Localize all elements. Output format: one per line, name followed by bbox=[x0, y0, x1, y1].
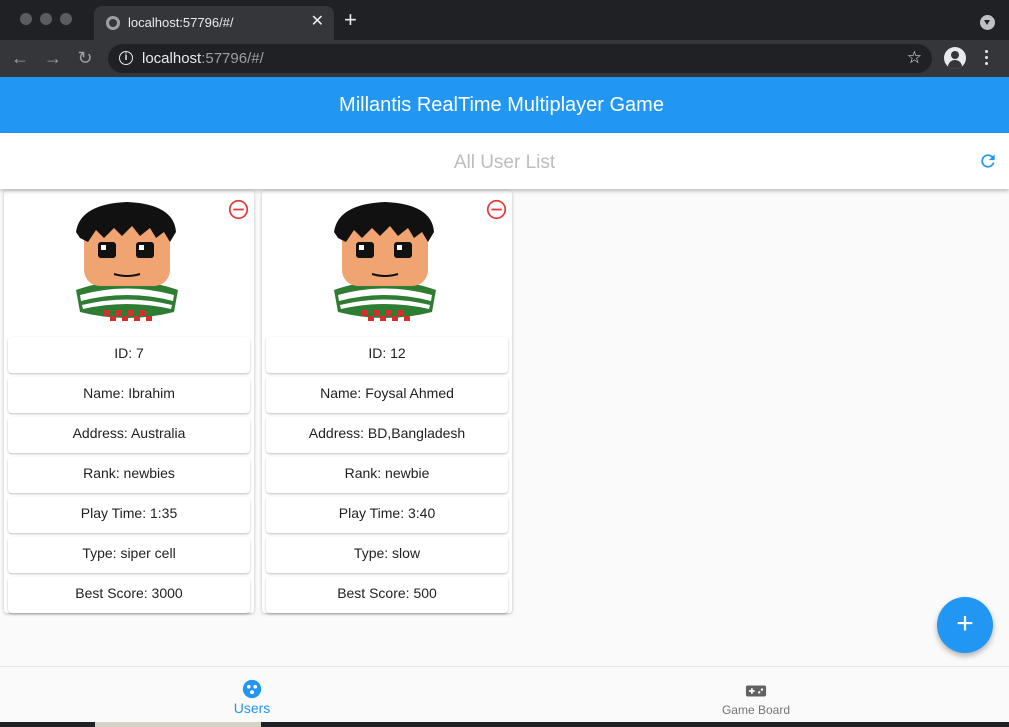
browser-tab[interactable]: localhost:57796/#/ ✕ bbox=[94, 6, 334, 40]
user-card: ID: 12 Name: Foysal Ahmed Address: BD,Ba… bbox=[262, 191, 512, 613]
remove-user-icon[interactable] bbox=[228, 199, 249, 220]
app-bar: Millantis RealTime Multiplayer Game bbox=[0, 77, 1009, 133]
forward-button[interactable]: → bbox=[41, 46, 65, 70]
globe-icon bbox=[106, 16, 120, 30]
user-playtime-field: Play Time: 3:40 bbox=[266, 497, 508, 533]
nav-label-users: Users bbox=[233, 700, 271, 716]
nav-item-game-board[interactable]: Game Board bbox=[504, 667, 1008, 723]
user-name-field: Name: Foysal Ahmed bbox=[266, 377, 508, 413]
tab-title: localhost:57796/#/ bbox=[128, 15, 234, 30]
browser-toolbar: ← → ↻ i localhost:57796/#/ ☆ bbox=[0, 40, 1009, 77]
window-zoom-dot[interactable] bbox=[60, 13, 72, 25]
user-id-field: ID: 12 bbox=[266, 337, 508, 373]
reload-button[interactable]: ↻ bbox=[73, 46, 97, 70]
user-bestscore-field: Best Score: 3000 bbox=[8, 577, 250, 613]
browser-tabbar: localhost:57796/#/ ✕ + bbox=[0, 0, 1009, 40]
list-header: All User List bbox=[0, 133, 1009, 189]
user-type-field: Type: siper cell bbox=[8, 537, 250, 573]
user-name-field: Name: Ibrahim bbox=[8, 377, 250, 413]
bottom-navigation: Users Game Board bbox=[0, 666, 1009, 722]
users-icon bbox=[242, 679, 262, 699]
app-title: Millantis RealTime Multiplayer Game bbox=[339, 94, 664, 116]
tab-search-icon[interactable] bbox=[980, 15, 995, 30]
window-minimize-dot[interactable] bbox=[40, 13, 52, 25]
window-bottom-edge bbox=[0, 722, 1009, 727]
list-title: All User List bbox=[453, 152, 556, 173]
user-type-field: Type: slow bbox=[266, 537, 508, 573]
app-root: Millantis RealTime Multiplayer Game All … bbox=[0, 77, 1009, 722]
user-id-field: ID: 7 bbox=[8, 337, 250, 373]
bookmark-star-icon[interactable]: ☆ bbox=[907, 48, 922, 68]
remove-user-icon[interactable] bbox=[486, 199, 507, 220]
add-user-button[interactable]: + bbox=[937, 597, 993, 653]
user-bestscore-field: Best Score: 500 bbox=[266, 577, 508, 613]
user-avatar bbox=[76, 202, 178, 321]
url-text[interactable]: localhost:57796/#/ bbox=[142, 50, 264, 67]
user-rank-field: Rank: newbie bbox=[266, 457, 508, 493]
user-address-field: Address: BD,Bangladesh bbox=[266, 417, 508, 453]
window-close-dot[interactable] bbox=[20, 13, 32, 25]
profile-icon[interactable] bbox=[944, 47, 966, 69]
tab-close-icon[interactable]: ✕ bbox=[311, 13, 324, 31]
gamepad-icon bbox=[745, 685, 767, 697]
nav-label-game-board: Game Board bbox=[721, 703, 791, 717]
new-tab-button[interactable]: + bbox=[344, 9, 357, 31]
back-button[interactable]: ← bbox=[8, 46, 32, 70]
user-avatar bbox=[334, 202, 436, 321]
user-rank-field: Rank: newbies bbox=[8, 457, 250, 493]
address-bar[interactable]: i localhost:57796/#/ ☆ bbox=[108, 44, 932, 73]
browser-menu-icon[interactable] bbox=[985, 50, 989, 68]
info-icon[interactable]: i bbox=[119, 51, 133, 65]
user-address-field: Address: Australia bbox=[8, 417, 250, 453]
refresh-icon[interactable] bbox=[978, 151, 998, 171]
user-card: ID: 7 Name: Ibrahim Address: Australia R… bbox=[4, 191, 254, 613]
user-playtime-field: Play Time: 1:35 bbox=[8, 497, 250, 533]
nav-item-users[interactable]: Users bbox=[0, 667, 504, 723]
